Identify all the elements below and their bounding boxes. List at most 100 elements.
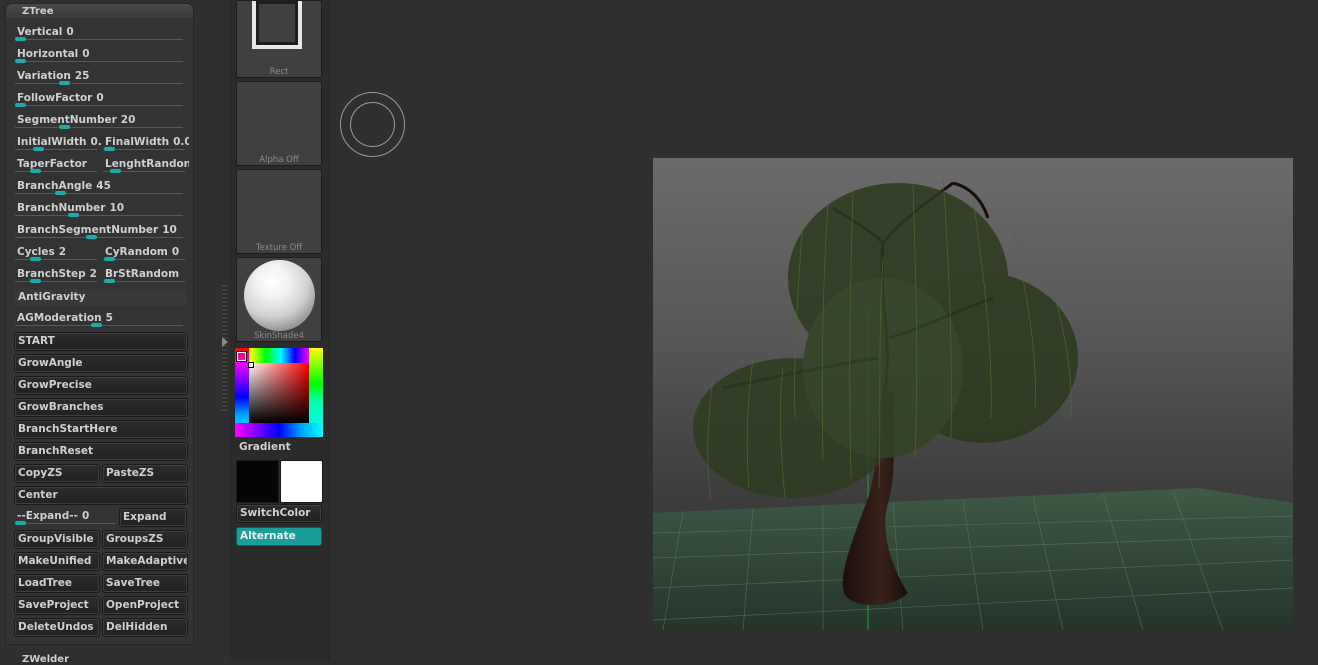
delhidden-button[interactable]: DelHidden [102, 618, 188, 637]
viewport-scene [653, 177, 1293, 630]
slider-knob[interactable] [110, 169, 121, 173]
tray-drag-handle[interactable] [222, 285, 227, 413]
branchreset-button[interactable]: BranchReset [14, 442, 188, 461]
center-button[interactable]: Center [14, 486, 188, 505]
slider-knob[interactable] [15, 103, 26, 107]
brstrandom-slider[interactable]: BrStRandom [101, 266, 187, 286]
agmoderation-slider[interactable]: AGModeration 5 [13, 310, 185, 330]
cycles-slider[interactable]: Cycles 2 [13, 244, 99, 264]
texture-thumbnail[interactable]: Texture Off [236, 169, 322, 254]
slider-value: 45 [96, 180, 111, 192]
slider-knob[interactable] [86, 235, 97, 239]
loadtree-button[interactable]: LoadTree [14, 574, 100, 593]
texture-caption: Texture Off [255, 243, 303, 253]
slider-track [15, 281, 97, 282]
main-color-swatch[interactable] [236, 460, 279, 503]
openproject-button[interactable]: OpenProject [102, 596, 188, 615]
expand-button[interactable]: Expand [119, 508, 187, 527]
zwelder-panel-title[interactable]: ZWelder [22, 654, 69, 665]
branchstarthere-button[interactable]: BranchStartHere [14, 420, 188, 439]
slider-track [15, 83, 183, 84]
slider-label: AGModeration [17, 312, 102, 324]
slider-label: BranchAngle [17, 180, 93, 192]
slider-value: 2 [89, 268, 97, 280]
slider-knob[interactable] [15, 59, 26, 63]
stroke-caption: Rect [269, 67, 289, 77]
3d-viewport[interactable] [653, 158, 1293, 630]
alpha-thumbnail[interactable]: Alpha Off [236, 81, 322, 166]
slider-knob[interactable] [30, 279, 41, 283]
slider-knob[interactable] [15, 521, 26, 525]
expand-slider[interactable]: --Expand-- 0 [13, 508, 117, 528]
slider-knob[interactable] [104, 279, 115, 283]
taperfactor-slider[interactable]: TaperFactor [13, 156, 99, 176]
slider-knob[interactable] [59, 81, 70, 85]
tree-foliage [693, 183, 1078, 498]
collapse-arrow-icon[interactable] [222, 337, 228, 347]
saturation-value-square[interactable] [249, 363, 309, 423]
slider-track [15, 523, 115, 524]
growangle-button[interactable]: GrowAngle [14, 354, 188, 373]
horizontal-slider[interactable]: Horizontal 0 [13, 46, 185, 66]
slider-track [15, 237, 183, 238]
switchcolor-button[interactable]: SwitchColor [236, 504, 322, 523]
secondary-color-swatch[interactable] [280, 460, 323, 503]
followfactor-slider[interactable]: FollowFactor 0 [13, 90, 185, 110]
hue-marker[interactable] [237, 352, 246, 361]
slider-track [15, 259, 97, 260]
slider-knob[interactable] [91, 323, 102, 327]
material-thumbnail[interactable]: SkinShade4 [236, 257, 322, 342]
slider-label: TaperFactor [17, 158, 87, 170]
growbranches-button[interactable]: GrowBranches [14, 398, 188, 417]
slider-label: FollowFactor [17, 92, 93, 104]
growprecise-button[interactable]: GrowPrecise [14, 376, 188, 395]
slider-track [15, 171, 97, 172]
savetree-button[interactable]: SaveTree [102, 574, 188, 593]
makeadaptive-button[interactable]: MakeAdaptive [102, 552, 188, 571]
slider-knob[interactable] [59, 125, 70, 129]
antigravity-toggle[interactable]: AntiGravity [14, 289, 187, 306]
finalwidth-slider[interactable]: FinalWidth0.0: [101, 134, 189, 154]
slider-knob[interactable] [33, 147, 44, 151]
slider-value: 25 [74, 70, 90, 82]
saveproject-button[interactable]: SaveProject [14, 596, 100, 615]
slider-value: 0 [82, 48, 90, 60]
slider-value: 5 [105, 312, 113, 324]
start-button[interactable]: START [14, 332, 188, 351]
slider-value: 0.0: [173, 136, 189, 148]
branchstep-slider[interactable]: BranchStep 2 [13, 266, 99, 286]
slider-knob[interactable] [30, 257, 41, 261]
slider-value: 0 [81, 510, 90, 522]
segmentnumber-slider[interactable]: SegmentNumber 20 [13, 112, 185, 132]
cyrandom-slider[interactable]: CyRandom 0 [101, 244, 187, 264]
slider-knob[interactable] [55, 191, 66, 195]
deleteundos-button[interactable]: DeleteUndos [14, 618, 100, 637]
alternate-button[interactable]: Alternate [236, 527, 322, 546]
brush-cursor [340, 92, 405, 157]
variation-slider[interactable]: Variation 25 [13, 68, 185, 88]
gradient-toggle[interactable]: Gradient [239, 441, 291, 453]
initialwidth-slider[interactable]: InitialWidth 0. [13, 134, 101, 154]
makeunified-button[interactable]: MakeUnified [14, 552, 100, 571]
branchnumber-slider[interactable]: BranchNumber 10 [13, 200, 185, 220]
slider-knob[interactable] [68, 213, 79, 217]
slider-knob[interactable] [104, 257, 115, 261]
color-marker[interactable] [248, 362, 254, 368]
branchsegmentnumber-slider[interactable]: BranchSegmentNumber 10 [13, 222, 185, 242]
slider-knob[interactable] [15, 37, 26, 41]
color-picker[interactable] [235, 348, 323, 437]
stroke-thumbnail[interactable]: Rect [236, 0, 322, 78]
branchangle-slider[interactable]: BranchAngle 45 [13, 178, 185, 198]
pastezs-button[interactable]: PasteZS [102, 464, 188, 483]
slider-knob[interactable] [30, 169, 41, 173]
lenghtrandom-slider[interactable]: LenghtRandon [101, 156, 189, 176]
copyzs-button[interactable]: CopyZS [14, 464, 100, 483]
slider-track [103, 281, 185, 282]
slider-track [15, 193, 183, 194]
slider-knob[interactable] [104, 147, 115, 151]
groupvisible-button[interactable]: GroupVisible [14, 530, 100, 549]
slider-label: CyRandom [105, 246, 168, 258]
vertical-slider[interactable]: Vertical 0 [13, 24, 185, 44]
groupszs-button[interactable]: GroupsZS [102, 530, 188, 549]
panel-title[interactable]: ZTree [6, 4, 193, 18]
